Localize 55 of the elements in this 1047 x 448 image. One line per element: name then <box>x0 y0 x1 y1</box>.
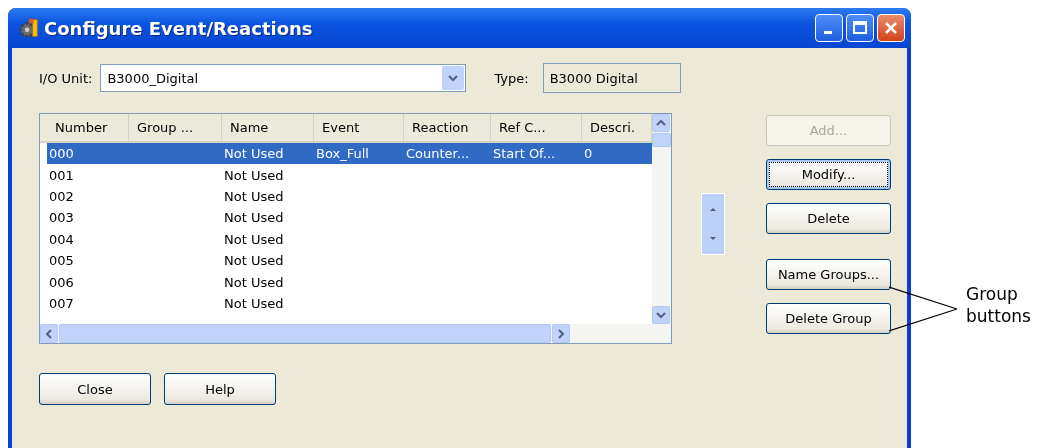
column-header[interactable]: Ref C... <box>491 114 582 141</box>
table-cell: 003 <box>49 210 74 226</box>
dialog-button[interactable]: Close <box>39 373 151 405</box>
io-unit-dropdown[interactable]: B3000_Digital <box>100 64 467 92</box>
column-header[interactable]: Event <box>314 114 404 141</box>
window-title: Configure Event/Reactions <box>44 17 314 39</box>
table-row[interactable]: 002 Not Used <box>47 185 652 208</box>
column-header[interactable]: Name <box>222 114 314 141</box>
table-row[interactable]: 003 Not Used <box>47 207 652 229</box>
scroll-up-icon[interactable] <box>652 114 670 132</box>
table-cell: 004 <box>49 231 74 247</box>
table-cell: 000 <box>49 146 74 162</box>
table-cell: 001 <box>49 167 74 183</box>
dialog-button[interactable]: Modify... <box>766 159 891 190</box>
table-cell: Not Used <box>224 231 284 247</box>
gear-pencil-icon <box>18 17 40 39</box>
dialog-button[interactable]: Name Groups... <box>766 259 891 290</box>
table-row[interactable]: 006 Not Used <box>47 271 652 293</box>
scroll-thumb[interactable] <box>59 324 551 343</box>
table-cell: 005 <box>49 253 74 269</box>
column-header[interactable]: Group ... <box>129 114 222 141</box>
table-row[interactable]: 004 Not Used <box>47 228 652 250</box>
vertical-scrollbar[interactable] <box>652 114 671 324</box>
table-cell: Start Of... <box>493 146 556 162</box>
table-cell: Not Used <box>224 274 284 290</box>
scroll-down-icon[interactable] <box>652 306 670 324</box>
dialog-button[interactable]: Help <box>164 373 276 405</box>
table-cell: Box_Full <box>316 146 369 162</box>
column-header[interactable]: Reaction <box>404 114 491 141</box>
table-cell: Not Used <box>224 295 284 311</box>
table-cell: Not Used <box>224 210 284 226</box>
table-cell: Not Used <box>224 188 284 204</box>
callout-text: Group buttons <box>966 283 1032 327</box>
table-cell: 0 <box>584 146 593 162</box>
column-header[interactable]: Number <box>47 114 129 141</box>
table-row[interactable]: 000 Not Used Box_Full Counter... Start Of... 0 <box>47 143 652 165</box>
table-row[interactable]: 005 Not Used <box>47 249 652 272</box>
dialog-button[interactable]: Delete Group <box>766 303 891 334</box>
table-cell: Not Used <box>224 253 284 269</box>
table-cell: Not Used <box>224 146 284 162</box>
table-row[interactable]: 001 Not Used <box>47 164 652 186</box>
horizontal-scrollbar[interactable] <box>40 324 671 343</box>
scroll-left-icon[interactable] <box>40 324 58 343</box>
table-cell: Not Used <box>224 167 284 183</box>
scroll-thumb[interactable] <box>652 133 671 147</box>
dialog-button[interactable]: Delete <box>766 203 891 234</box>
scroll-right-icon[interactable] <box>552 324 570 343</box>
table-row[interactable]: 007 Not Used <box>47 292 652 315</box>
io-unit-label: I/O Unit: <box>39 70 93 86</box>
table-cell: Counter... <box>406 146 470 162</box>
table-cell: 002 <box>49 188 74 204</box>
type-label: Type: <box>494 70 529 86</box>
table-cell: 006 <box>49 274 74 290</box>
table-cell: 007 <box>49 295 74 311</box>
type-field: B3000 Digital <box>542 63 681 93</box>
